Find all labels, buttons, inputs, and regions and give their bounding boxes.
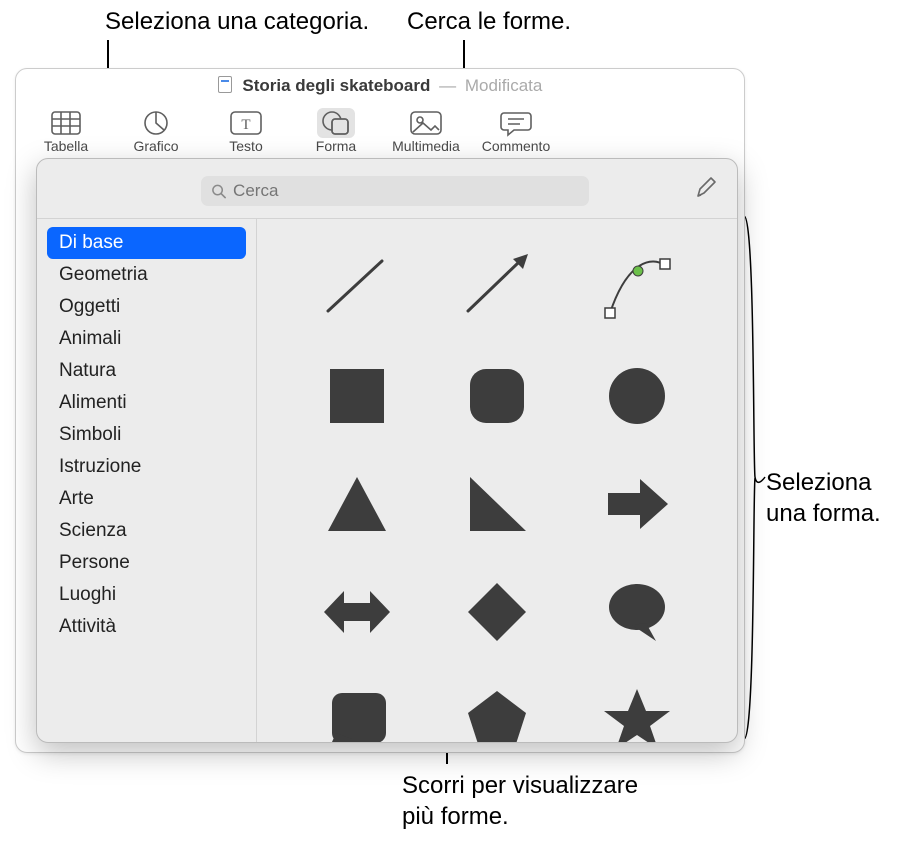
shape-arrow-bidir[interactable] [297, 561, 417, 663]
callout-rect-icon [318, 681, 396, 742]
sidebar-item-luoghi[interactable]: Luoghi [47, 579, 246, 611]
sidebar-item-oggetti[interactable]: Oggetti [47, 291, 246, 323]
line-icon [318, 249, 396, 327]
shape-speech-bubble[interactable] [577, 561, 697, 663]
sidebar-item-arte[interactable]: Arte [47, 483, 246, 515]
square-icon [318, 357, 396, 435]
table-icon [50, 110, 82, 136]
callout-scroll-more: Scorri per visualizzare più forme. [402, 770, 638, 832]
speech-bubble-icon [598, 573, 676, 651]
bezier-curve-icon [598, 249, 676, 327]
sidebar-item-alimenti[interactable]: Alimenti [47, 387, 246, 419]
toolbar-media-button[interactable]: Multimedia [390, 108, 462, 154]
shape-icon [320, 109, 352, 137]
shapes-grid [257, 219, 737, 742]
shape-square[interactable] [297, 345, 417, 447]
window-titlebar: Storia degli skateboard — Modificata [16, 69, 744, 96]
shape-callout-rect[interactable] [297, 669, 417, 742]
shape-line[interactable] [297, 237, 417, 339]
arrow-bidir-icon [318, 573, 396, 651]
star-icon [598, 681, 676, 742]
arrow-line-icon [458, 249, 536, 327]
shape-star[interactable] [577, 669, 697, 742]
search-icon [211, 183, 226, 199]
toolbar-table-button[interactable]: Tabella [30, 108, 102, 154]
callout-select-category: Seleziona una categoria. [105, 6, 369, 37]
sidebar-item-attività[interactable]: Attività [47, 611, 246, 643]
shapes-popover: Di baseGeometriaOggettiAnimaliNaturaAlim… [36, 158, 738, 743]
circle-icon [598, 357, 676, 435]
rounded-square-icon [458, 357, 536, 435]
document-title: Storia degli skateboard [242, 76, 430, 95]
pen-icon [693, 175, 719, 201]
category-sidebar: Di baseGeometriaOggettiAnimaliNaturaAlim… [37, 219, 257, 742]
text-icon: T [229, 110, 263, 136]
shape-arrow-line[interactable] [437, 237, 557, 339]
shape-circle[interactable] [577, 345, 697, 447]
edit-pen-button[interactable] [689, 171, 723, 210]
arrow-right-icon [598, 465, 676, 543]
toolbar-comment-button[interactable]: Commento [480, 108, 552, 154]
pentagon-icon [458, 681, 536, 742]
popover-header [37, 159, 737, 218]
comment-icon [500, 109, 532, 137]
chart-icon [141, 108, 171, 138]
sidebar-item-animali[interactable]: Animali [47, 323, 246, 355]
sidebar-item-simboli[interactable]: Simboli [47, 419, 246, 451]
svg-text:T: T [241, 117, 250, 133]
document-modified-label: Modificata [465, 76, 542, 95]
sidebar-item-persone[interactable]: Persone [47, 547, 246, 579]
search-input[interactable] [233, 181, 579, 201]
sidebar-item-natura[interactable]: Natura [47, 355, 246, 387]
sidebar-item-geometria[interactable]: Geometria [47, 259, 246, 291]
toolbar-shape-button[interactable]: Forma [300, 108, 372, 154]
right-triangle-icon [458, 465, 536, 543]
callout-search-shapes: Cerca le forme. [407, 6, 571, 37]
triangle-icon [318, 465, 396, 543]
search-field[interactable] [201, 176, 589, 206]
sidebar-item-di-base[interactable]: Di base [47, 227, 246, 259]
shape-triangle[interactable] [297, 453, 417, 555]
shape-bezier-curve[interactable] [577, 237, 697, 339]
diamond-icon [458, 573, 536, 651]
shape-pentagon[interactable] [437, 669, 557, 742]
shape-arrow-right[interactable] [577, 453, 697, 555]
toolbar-text-button[interactable]: T Testo [210, 108, 282, 154]
toolbar: Tabella Grafico T Testo Forma Multimedia… [16, 96, 744, 160]
callout-bracket-select-shape [743, 215, 767, 740]
callout-select-shape: Seleziona una forma. [766, 467, 881, 529]
sidebar-item-scienza[interactable]: Scienza [47, 515, 246, 547]
document-icon [218, 76, 232, 93]
shape-diamond[interactable] [437, 561, 557, 663]
shape-rounded-square[interactable] [437, 345, 557, 447]
media-icon [409, 110, 443, 136]
shape-right-triangle[interactable] [437, 453, 557, 555]
toolbar-chart-button[interactable]: Grafico [120, 108, 192, 154]
sidebar-item-istruzione[interactable]: Istruzione [47, 451, 246, 483]
